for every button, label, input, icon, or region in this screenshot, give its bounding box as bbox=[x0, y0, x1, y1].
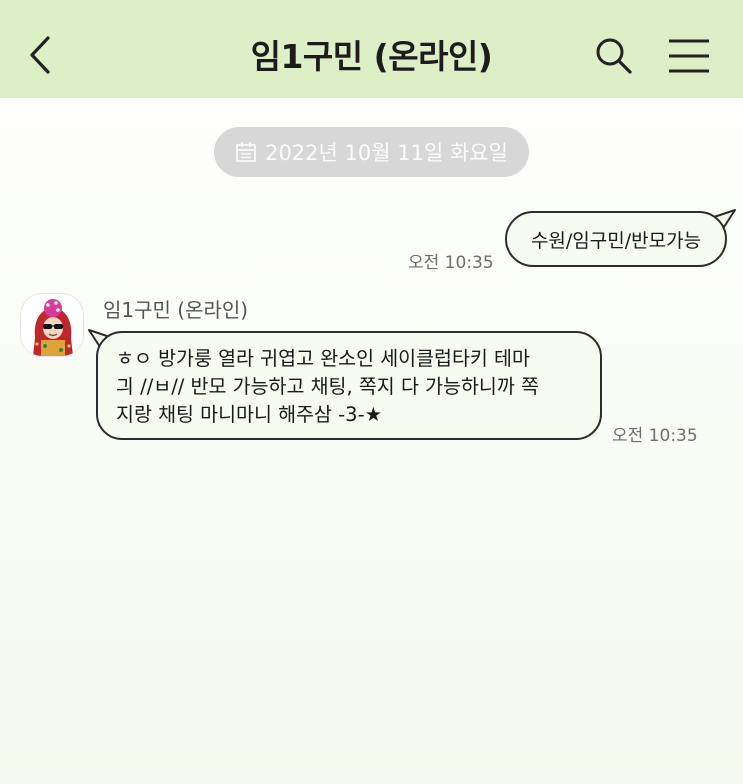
avatar[interactable] bbox=[20, 293, 84, 357]
outgoing-message-time: 오전 10:35 bbox=[408, 253, 494, 273]
search-icon[interactable] bbox=[594, 36, 634, 76]
message-line: 지랑 채팅 마니마니 해주삼 -3-★ bbox=[116, 403, 383, 426]
outgoing-message-text: 수원/임구민/반모가능 bbox=[530, 229, 702, 252]
hamburger-menu-icon[interactable] bbox=[666, 38, 712, 74]
message-line: 긔 //ㅂ// 반모 가능하고 채팅, 쪽지 다 가능하니까 쪽 bbox=[116, 375, 539, 398]
incoming-message-bubble[interactable]: ㅎㅇ 방가룽 열라 귀엽고 완소인 세이클럽타키 테마 긔 //ㅂ// 반모 가… bbox=[96, 331, 602, 440]
date-divider: 2022년 10월 11일 화요일 bbox=[214, 127, 529, 177]
avatar-image bbox=[21, 294, 83, 356]
date-divider-text: 2022년 10월 11일 화요일 bbox=[265, 141, 508, 165]
message-line: ㅎㅇ 방가룽 열라 귀엽고 완소인 세이클럽타키 테마 bbox=[116, 347, 530, 370]
chat-header: 임1구민 (온라인) bbox=[0, 0, 743, 98]
sender-name: 임1구민 (온라인) bbox=[103, 298, 249, 322]
incoming-message-time: 오전 10:35 bbox=[612, 426, 698, 446]
calendar-icon bbox=[236, 142, 256, 162]
outgoing-message-bubble[interactable]: 수원/임구민/반모가능 bbox=[505, 211, 727, 267]
